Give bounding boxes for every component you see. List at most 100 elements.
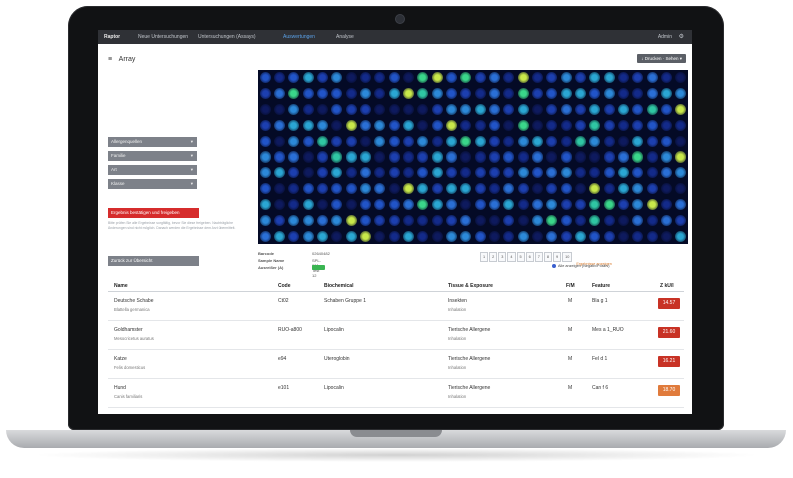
array-spot — [488, 214, 501, 226]
camera-icon — [395, 14, 405, 24]
page-button[interactable]: 10 — [562, 252, 573, 262]
array-spot — [574, 167, 587, 179]
array-spot — [646, 198, 658, 211]
allergen-tissue: Tierische Allergene — [448, 385, 491, 391]
array-spot — [603, 119, 615, 131]
confirm-release-button[interactable]: Ergebnis bestätigen und freigeben — [108, 208, 199, 218]
filter-familie[interactable]: Familie ▾ — [108, 151, 197, 161]
page-button[interactable]: 9 — [553, 252, 562, 262]
page-button[interactable]: 1 — [480, 252, 489, 262]
page-button[interactable]: 6 — [525, 252, 534, 262]
array-spot — [417, 104, 429, 116]
array-spot — [660, 198, 673, 211]
table-row[interactable]: Goldhamster Mesocricetus auratus RUO-a800 L… — [108, 321, 684, 350]
array-spot — [460, 183, 472, 195]
array-spot — [431, 88, 443, 100]
filter-art[interactable]: Art ▾ — [108, 165, 197, 175]
array-spot — [273, 214, 286, 226]
filter-klasse[interactable]: Klasse ▾ — [108, 179, 197, 189]
array-spot — [474, 72, 486, 84]
array-spot — [589, 214, 601, 226]
column-header[interactable]: Tissue & Exposure — [448, 283, 493, 289]
array-spot — [445, 135, 458, 147]
array-spot — [402, 88, 415, 100]
allergen-latin: Blattella germanica — [114, 307, 150, 312]
table-row[interactable]: Katze Felis domesticus e94 Uteroglobin Tieri… — [108, 350, 684, 379]
column-header[interactable]: Biochemical — [324, 283, 353, 289]
array-spot — [574, 88, 587, 100]
array-spot — [302, 230, 314, 242]
array-spot — [531, 198, 544, 211]
nav-item-active[interactable]: Auswertungen — [283, 34, 315, 40]
array-spot — [646, 104, 658, 116]
array-spot — [574, 198, 587, 211]
array-spot — [617, 72, 630, 84]
array-spot — [288, 72, 300, 84]
array-spot — [474, 88, 486, 100]
array-spot — [402, 183, 415, 195]
allergen-code: e94 — [278, 356, 287, 362]
show-all-radio[interactable]: Alle anzeigen (Negativ/Positiv) — [552, 264, 610, 268]
array-spot — [273, 119, 286, 131]
array-spot — [574, 119, 587, 131]
table-row[interactable]: Deutsche Schabe Blattella germanica Ct02 Sc… — [108, 292, 684, 321]
array-spot — [560, 167, 572, 179]
array-spot — [460, 72, 472, 84]
allergen-exposure: Inhalation — [448, 365, 467, 370]
nav-item[interactable]: Neue Untersuchungen — [138, 34, 188, 40]
page-button[interactable]: 4 — [507, 252, 516, 262]
column-header[interactable]: Code — [278, 283, 291, 289]
array-spot — [488, 72, 501, 84]
column-header[interactable]: Z kU/l — [660, 283, 674, 289]
column-header[interactable]: Feature — [592, 283, 610, 289]
array-spot — [589, 167, 601, 179]
microarray-image[interactable] — [258, 70, 688, 244]
page-button[interactable]: 8 — [543, 252, 552, 262]
back-to-overview-button[interactable]: Zurück zur Übersicht — [108, 256, 199, 266]
meta-label: Ausreißer (A) — [258, 265, 284, 270]
radio-label: Alle anzeigen (Negativ/Positiv) — [558, 264, 610, 268]
array-spot — [331, 198, 343, 211]
allergen-exposure: Inhalation — [448, 336, 467, 341]
column-header[interactable]: F/M — [566, 283, 575, 289]
page-button[interactable]: 2 — [489, 252, 498, 262]
array-spot — [531, 119, 544, 131]
array-spot — [574, 214, 587, 226]
array-spot — [288, 135, 300, 147]
array-spot — [560, 135, 572, 147]
page-button[interactable]: 3 — [498, 252, 507, 262]
nav-item[interactable]: Untersuchungen (Assays) — [198, 34, 256, 40]
array-spot — [574, 151, 587, 163]
array-spot — [273, 230, 286, 242]
array-spot — [603, 151, 615, 163]
array-spot — [617, 119, 630, 131]
menu-icon[interactable]: ≡ — [108, 56, 112, 63]
page-button[interactable]: 5 — [516, 252, 525, 262]
page-button[interactable]: 7 — [534, 252, 543, 262]
array-spot — [345, 183, 357, 195]
array-spot — [417, 72, 429, 84]
array-spot — [675, 151, 687, 163]
array-spot — [288, 230, 300, 242]
app-brand[interactable]: Raptor — [104, 34, 120, 40]
user-menu[interactable]: Admin — [658, 34, 672, 40]
array-spot — [359, 183, 372, 195]
result-value-badge: 14.57 — [658, 298, 680, 309]
print-view-button[interactable]: ↓ Drucken · Sehen ▾ — [637, 54, 686, 63]
array-spot — [603, 104, 615, 116]
table-row[interactable]: Hund Canis familiaris e101 Lipocalin Tierisc… — [108, 379, 684, 408]
array-spot — [431, 167, 443, 179]
array-spot — [331, 88, 343, 100]
page-title: ≡ Array — [108, 56, 135, 63]
array-spot — [546, 104, 558, 116]
array-spot — [603, 72, 615, 84]
column-header[interactable]: Name — [114, 283, 128, 289]
page-title-text: Array — [118, 56, 136, 63]
array-spot — [474, 167, 486, 179]
gear-icon[interactable]: ⚙ — [679, 33, 684, 40]
allergen-tissue: Insekten — [448, 298, 467, 304]
array-spot — [273, 167, 286, 179]
array-spot — [660, 183, 673, 195]
filter-allergenquellen[interactable]: Allergenquellen ▾ — [108, 137, 197, 147]
nav-item[interactable]: Analyse — [336, 34, 354, 40]
